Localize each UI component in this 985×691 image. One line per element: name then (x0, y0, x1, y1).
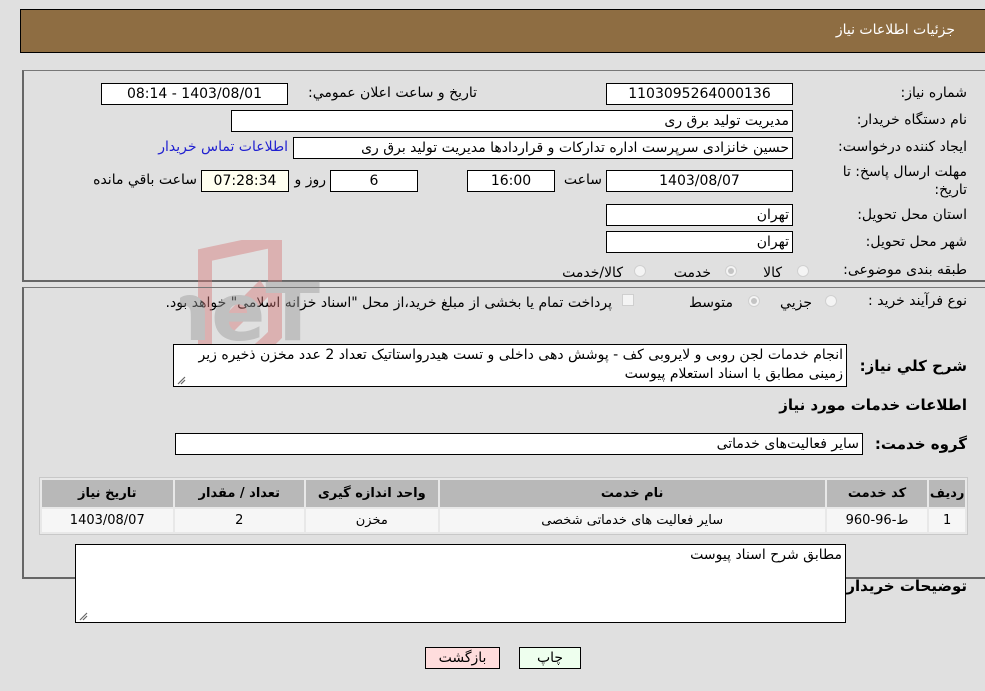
days-label: روز و (294, 172, 327, 188)
category-option-goods: کالا (763, 265, 782, 281)
deadline-time-label: ساعت (563, 172, 602, 188)
remaining-time-label: ساعت باقي مانده (93, 172, 197, 188)
back-button[interactable]: بازگشت (425, 647, 500, 669)
buyer-org-field: مدیریت تولید برق ری (231, 110, 793, 132)
category-radio-service[interactable] (725, 265, 737, 277)
deadline-label-line1: مهلت ارسال پاسخ: تا (842, 164, 967, 180)
col-header-service-name: نام خدمت (439, 480, 825, 507)
remaining-days-field: 6 (330, 170, 418, 192)
cell-unit: مخزن (306, 509, 438, 532)
city-label: شهر محل تحویل: (865, 234, 967, 250)
cell-quantity: 2 (174, 509, 304, 532)
buyer-notes-text: مطابق شرح اسناد پیوست (690, 547, 842, 563)
category-radio-goods-service[interactable] (634, 265, 646, 277)
province-label: استان محل تحویل: (857, 207, 967, 223)
description-textarea[interactable]: انجام خدمات لجن روبی و لایروبی کف - پوشش… (173, 344, 847, 387)
col-header-quantity: تعداد / مقدار (174, 480, 304, 507)
province-field: تهران (606, 204, 793, 226)
col-header-service-code: کد خدمت (826, 480, 928, 507)
category-option-goods-service: کالا/خدمت (562, 265, 623, 281)
cell-service-name: سایر فعالیت های خدماتی شخصی (439, 509, 825, 532)
page-header: جزئیات اطلاعات نیاز (20, 9, 985, 53)
buyer-notes-textarea[interactable]: مطابق شرح اسناد پیوست (75, 544, 846, 623)
col-header-unit: واحد اندازه گیری (306, 480, 438, 507)
requester-label: ایجاد کننده درخواست: (838, 139, 967, 155)
print-button[interactable]: چاپ (519, 647, 581, 669)
page-title: جزئیات اطلاعات نیاز (835, 22, 955, 38)
deadline-date-field: 1403/08/07 (606, 170, 793, 192)
service-group-label: گروه خدمت: (874, 435, 967, 453)
cell-service-code: ط-96-960 (826, 509, 928, 532)
resize-grip-icon[interactable] (78, 611, 88, 621)
category-option-service: خدمت (673, 265, 711, 281)
services-table: ردیف کد خدمت نام خدمت واحد اندازه گیری ت… (39, 477, 968, 535)
buyer-notes-label: توضیحات خریدار: (840, 577, 967, 595)
requester-field: حسین خانزادی سرپرست اداره تدارکات و قرار… (293, 137, 793, 159)
deadline-label-line2: تاریخ: (934, 182, 967, 198)
announce-datetime-field: 1403/08/01 - 08:14 (101, 83, 288, 105)
table-row: 1 ط-96-960 سایر فعالیت های خدماتی شخصی م… (42, 509, 965, 532)
description-label: شرح کلي نیاز: (859, 357, 967, 375)
col-header-need-date: تاریخ نیاز (42, 480, 173, 507)
remaining-time-field: 07:28:34 (201, 170, 289, 192)
resize-grip-icon[interactable] (176, 375, 186, 385)
category-radio-goods[interactable] (797, 265, 809, 277)
cell-row-number: 1 (929, 509, 965, 532)
services-section-title: اطلاعات خدمات مورد نیاز (779, 396, 967, 414)
col-header-row-number: ردیف (929, 480, 965, 507)
buyer-contact-link[interactable]: اطلاعات تماس خریدار (158, 139, 288, 155)
announce-datetime-label: تاریخ و ساعت اعلان عمومي: (308, 85, 477, 101)
city-field: تهران (606, 231, 793, 253)
need-number-label: شماره نیاز: (900, 85, 968, 101)
deadline-time-field: 16:00 (467, 170, 555, 192)
table-header-row: ردیف کد خدمت نام خدمت واحد اندازه گیری ت… (42, 480, 965, 507)
service-group-field: سایر فعالیت‌های خدماتی (175, 433, 863, 455)
need-number-field: 1103095264000136 (606, 83, 793, 105)
description-text: انجام خدمات لجن روبی و لایروبی کف - پوشش… (198, 347, 843, 382)
buyer-org-label: نام دستگاه خریدار: (856, 112, 967, 128)
cell-need-date: 1403/08/07 (42, 509, 173, 532)
category-label: طبقه بندی موضوعی: (843, 262, 967, 278)
